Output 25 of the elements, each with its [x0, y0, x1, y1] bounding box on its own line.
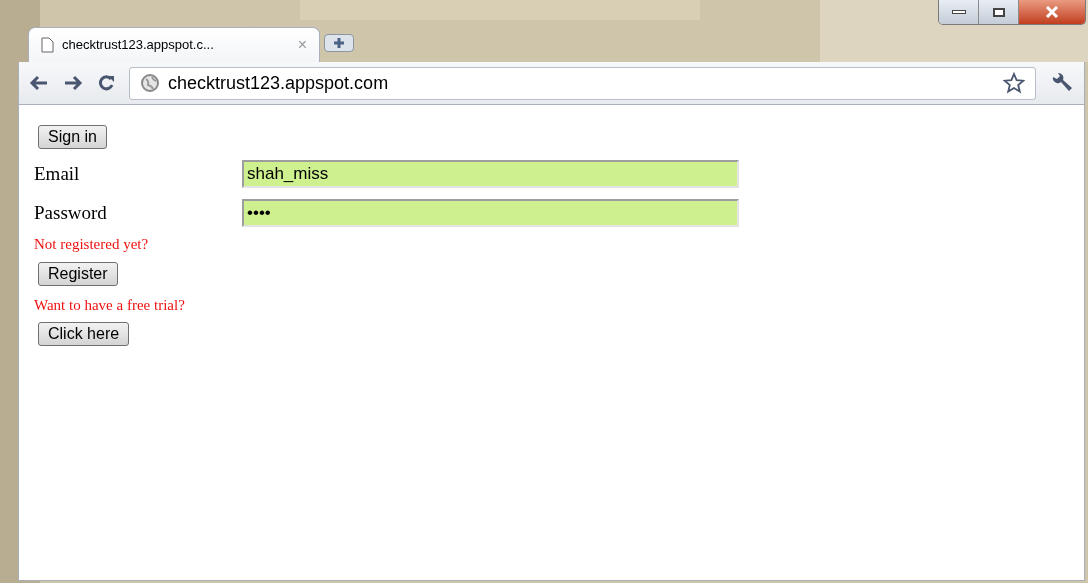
globe-icon — [140, 73, 160, 93]
close-button[interactable] — [1019, 0, 1085, 24]
minimize-button[interactable] — [939, 0, 979, 24]
register-button[interactable]: Register — [38, 261, 118, 286]
maximize-button[interactable] — [979, 0, 1019, 24]
click-here-button[interactable]: Click here — [38, 322, 130, 346]
trial-prompt: Want to have a free trial? — [34, 295, 186, 315]
register-prompt: Not registered yet? — [34, 235, 150, 254]
input-field[interactable]: shah_miss — [242, 160, 739, 188]
reload-icon[interactable] — [97, 74, 115, 92]
browser-tab[interactable]: checktrust123.appspot.c... × — [28, 27, 320, 62]
field-label: Email — [34, 161, 81, 186]
input-field[interactable]: •••• — [242, 199, 739, 227]
new-tab-button[interactable] — [324, 34, 354, 52]
url-text: checktrust123.appspot.com — [168, 71, 389, 95]
address-bar[interactable]: checktrust123.appspot.com — [129, 66, 1036, 100]
forward-arrow-icon[interactable] — [63, 75, 83, 91]
back-arrow-icon[interactable] — [29, 75, 49, 91]
plus-icon — [333, 37, 345, 49]
wrench-icon[interactable] — [1050, 72, 1074, 94]
sign-in-button[interactable]: Sign in — [38, 125, 107, 149]
star-icon[interactable] — [1003, 72, 1025, 94]
tab-title: checktrust123.appspot.c... — [62, 36, 214, 55]
close-icon — [1045, 6, 1059, 18]
field-label: Password — [34, 200, 108, 225]
